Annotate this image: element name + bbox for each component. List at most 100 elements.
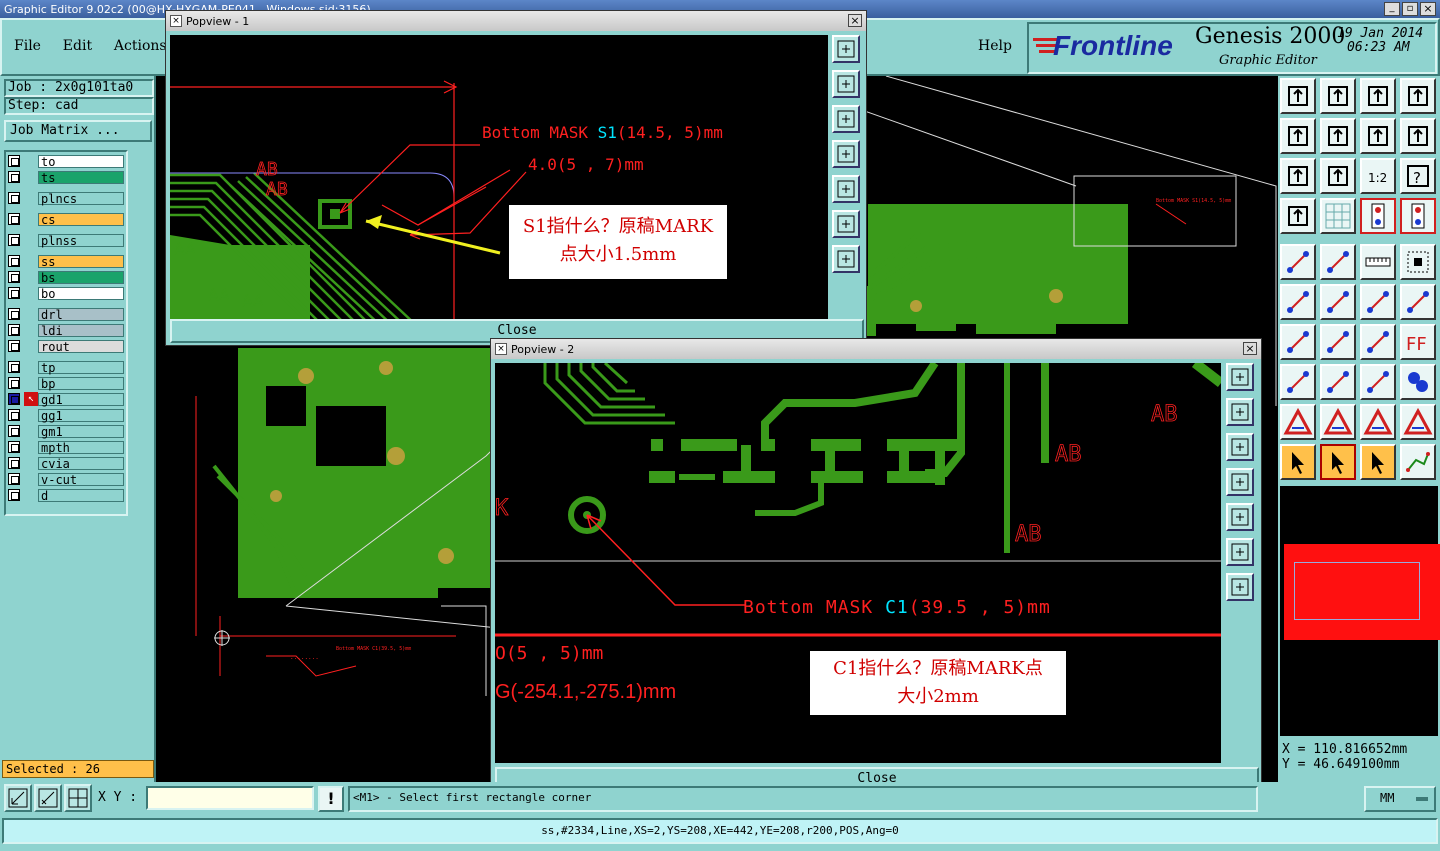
popview1-pan-button[interactable]: [832, 245, 860, 273]
layer-row-to[interactable]: to: [8, 154, 124, 168]
snap-red-tool-button[interactable]: [1400, 198, 1436, 234]
layer-checkbox[interactable]: [8, 473, 20, 485]
layer-row-plncs[interactable]: plncs: [8, 191, 124, 205]
units-select[interactable]: MM: [1364, 786, 1436, 812]
popview2-zoom-fit-button[interactable]: [1226, 538, 1254, 566]
layer-checkbox[interactable]: [8, 255, 20, 267]
help-tool-button[interactable]: ?: [1400, 158, 1436, 194]
pointer-active-tool-button[interactable]: [1360, 444, 1396, 480]
net-link-2-tool-button[interactable]: [1400, 284, 1436, 320]
cross-select-tool-button[interactable]: [1320, 284, 1356, 320]
layer-row-d[interactable]: d: [8, 488, 124, 502]
layer-checkbox[interactable]: [8, 155, 20, 167]
layer-checkbox[interactable]: [8, 393, 20, 405]
grid-tool-button[interactable]: [1320, 198, 1356, 234]
minimize-icon[interactable]: _: [1384, 2, 1400, 16]
layer-checkbox[interactable]: [8, 425, 20, 437]
layer-row-drl[interactable]: drl: [8, 307, 124, 321]
layer-checkbox[interactable]: [8, 377, 20, 389]
fit-vertical-tool-button[interactable]: [1280, 158, 1316, 194]
alert-button[interactable]: !: [318, 786, 344, 812]
layer-row-bs[interactable]: bs: [8, 270, 124, 284]
connect-nodes-tool-button[interactable]: [1280, 284, 1316, 320]
layer-checkbox[interactable]: [8, 171, 20, 183]
layer-row-cs[interactable]: cs: [8, 212, 124, 226]
home-tool-button[interactable]: [1360, 78, 1396, 114]
popview1-zoom-right-button[interactable]: [832, 175, 860, 203]
popview1-zoom-left-button[interactable]: [832, 140, 860, 168]
layer-checkbox[interactable]: [8, 192, 20, 204]
layer-row-v-cut[interactable]: v-cut: [8, 472, 124, 486]
popview1-zoom-up-button[interactable]: [832, 70, 860, 98]
popview2-zoom-in-button[interactable]: [1226, 363, 1254, 391]
grid-button[interactable]: [64, 784, 92, 812]
xy-input[interactable]: [146, 786, 314, 810]
layer-row-ts[interactable]: ts: [8, 170, 124, 184]
popview1-zoom-down-button[interactable]: [832, 105, 860, 133]
center-tool-button[interactable]: [1320, 158, 1356, 194]
layer-row-ss[interactable]: ss: [8, 254, 124, 268]
rotate-arc-tool-button[interactable]: [1360, 324, 1396, 360]
menu-edit[interactable]: Edit: [63, 38, 92, 54]
flip-tool-button[interactable]: [1400, 118, 1436, 154]
layer-row-ldi[interactable]: ldi: [8, 323, 124, 337]
layer-row-gd1[interactable]: gd1 ↖: [8, 392, 124, 406]
triangle-a-tool-button[interactable]: [1280, 404, 1316, 440]
popview1-canvas[interactable]: AB AB AA AA AA: [170, 35, 828, 325]
popview2-pan-button[interactable]: [1226, 573, 1254, 601]
triangle-c-tool-button[interactable]: [1360, 404, 1396, 440]
layer-checkbox[interactable]: [8, 308, 20, 320]
window-tool-button[interactable]: [1400, 78, 1436, 114]
menu-actions[interactable]: Actions: [114, 38, 167, 54]
measure-tool-button[interactable]: [1280, 198, 1316, 234]
minimap[interactable]: [1278, 484, 1440, 738]
menu-file[interactable]: File: [14, 38, 41, 54]
circles-tool-button[interactable]: [1400, 364, 1436, 400]
layer-row-cvia[interactable]: cvia: [8, 456, 124, 470]
pointer-select-tool-button[interactable]: [1320, 444, 1356, 480]
triangle-b-tool-button[interactable]: [1320, 404, 1356, 440]
mirror-ff-tool-button[interactable]: FF: [1400, 324, 1436, 360]
scale-1-2-tool-button[interactable]: 1:2: [1360, 158, 1396, 194]
layer-row-bo[interactable]: bo: [8, 286, 124, 300]
layer-checkbox[interactable]: [8, 441, 20, 453]
menu-help[interactable]: Help: [978, 38, 1012, 54]
popview1-close-icon[interactable]: ×: [848, 14, 862, 27]
layer-row-tp[interactable]: tp: [8, 360, 124, 374]
net-link-tool-button[interactable]: [1360, 284, 1396, 320]
measure-button[interactable]: [34, 784, 62, 812]
layer-checkbox[interactable]: [8, 457, 20, 469]
layer-row-gm1[interactable]: gm1: [8, 424, 124, 438]
layer-checkbox[interactable]: [8, 234, 20, 246]
close-icon[interactable]: ×: [1420, 2, 1436, 16]
layer-checkbox[interactable]: [8, 271, 20, 283]
save-tool-button[interactable]: [1320, 78, 1356, 114]
layer-checkbox[interactable]: [8, 361, 20, 373]
popview2-menu-icon[interactable]: ×: [495, 343, 507, 355]
layer-row-gg1[interactable]: gg1: [8, 408, 124, 422]
triangle-d-tool-button[interactable]: [1400, 404, 1436, 440]
layer-row-plnss[interactable]: plnss: [8, 233, 124, 247]
layer-row-mpth[interactable]: mpth: [8, 440, 124, 454]
layer-checkbox[interactable]: [8, 489, 20, 501]
dimension-tool-button[interactable]: [1360, 364, 1396, 400]
ruler-tool-button[interactable]: [1360, 244, 1396, 280]
layer-checkbox[interactable]: [8, 324, 20, 336]
open-step-tool-button[interactable]: [1280, 78, 1316, 114]
select-dashed-tool-button[interactable]: [1400, 244, 1436, 280]
popview2-zoom-left-button[interactable]: [1226, 468, 1254, 496]
popview1-zoom-in-button[interactable]: [832, 35, 860, 63]
popview2-zoom-down-button[interactable]: [1226, 433, 1254, 461]
connect-path-tool-button[interactable]: [1400, 444, 1436, 480]
red-line-tool-button[interactable]: [1320, 364, 1356, 400]
select-pad-tool-button[interactable]: [1280, 244, 1316, 280]
select-corner-tool-button[interactable]: [1320, 244, 1356, 280]
maximize-icon[interactable]: ▫: [1402, 2, 1418, 16]
layer-in-tool-button[interactable]: [1280, 118, 1316, 154]
popview1-zoom-fit-button[interactable]: [832, 210, 860, 238]
snap-pad-tool-button[interactable]: [1360, 198, 1396, 234]
layer-checkbox[interactable]: [8, 213, 20, 225]
job-matrix-button[interactable]: Job Matrix ...: [4, 120, 152, 142]
layer-checkbox[interactable]: [8, 409, 20, 421]
pointer-tool-button[interactable]: [1280, 444, 1316, 480]
